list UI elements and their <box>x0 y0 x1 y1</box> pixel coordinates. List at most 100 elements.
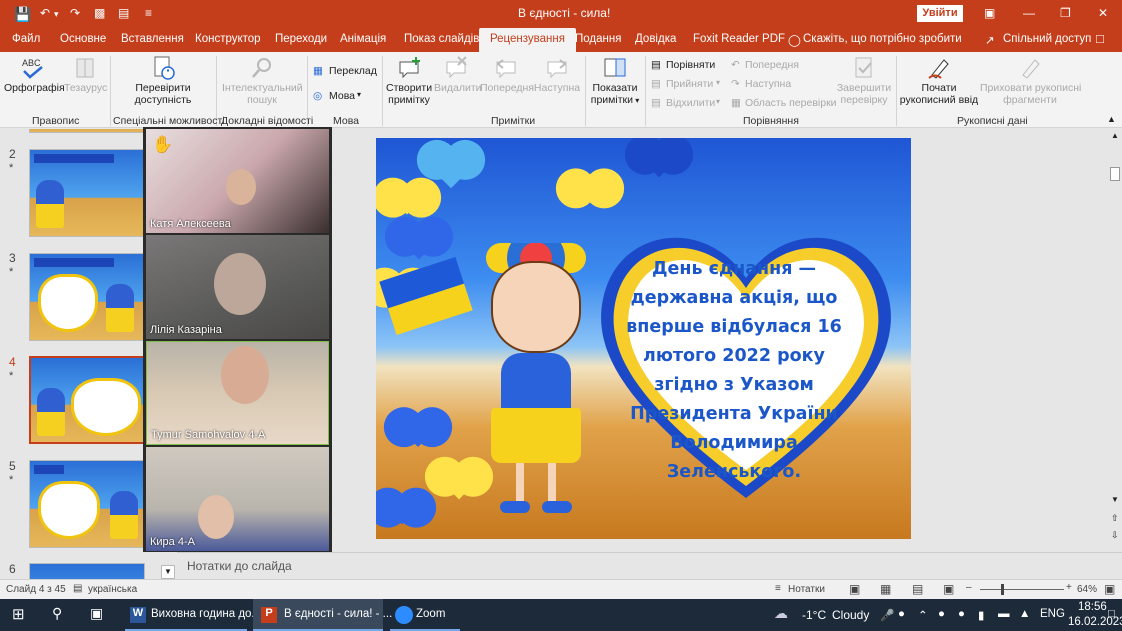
taskbar-word-app[interactable]: W Виховна година до... <box>125 599 261 631</box>
tab-foxit[interactable]: Foxit Reader PDF <box>693 33 785 45</box>
customize-qat-icon[interactable]: ≡ <box>145 6 152 20</box>
slide-thumbnail-4-selected[interactable] <box>29 356 145 444</box>
participant-video-3-active-speaker[interactable]: Tymur Samohvalov 4-A <box>146 341 329 445</box>
windows-start-icon[interactable]: ⊞ <box>12 605 25 623</box>
slideshow-view-icon[interactable]: ▣ <box>943 582 954 596</box>
next-comment-button[interactable]: Наступна <box>533 56 581 94</box>
weather-text[interactable]: Cloudy <box>832 608 869 622</box>
task-view-icon[interactable]: ▣ <box>90 605 103 622</box>
previous-change-button[interactable]: Попередня <box>745 59 799 71</box>
slide-thumbnail-5[interactable] <box>29 460 145 548</box>
weather-temp[interactable]: -1°C <box>802 608 826 622</box>
clock-time[interactable]: 18:56 <box>1078 601 1107 613</box>
zoom-video-gallery[interactable]: ✋ Катя Алексеева Лілія Казаріна Tymur Sa… <box>143 127 332 552</box>
zoom-percent[interactable]: 64% <box>1077 584 1097 595</box>
zoom-in-icon[interactable]: + <box>1066 582 1072 593</box>
undo-dropdown[interactable]: ▾ <box>54 9 59 20</box>
spelling-button[interactable]: ABC Орфографія <box>4 56 65 94</box>
keyboard-language[interactable]: ENG <box>1040 608 1065 620</box>
fit-to-window-icon[interactable]: ▣ <box>1104 582 1115 596</box>
collapse-ribbon-icon[interactable]: ▲ <box>1107 114 1116 124</box>
taskbar-powerpoint-app[interactable]: P В єдності - сила! - ... <box>253 599 392 631</box>
reviewing-pane-button[interactable]: Область перевірки <box>745 97 837 109</box>
tab-insert[interactable]: Вставлення <box>121 33 184 45</box>
tab-slideshow[interactable]: Показ слайдів <box>404 33 479 45</box>
share-button[interactable]: Спільний доступ <box>1003 33 1091 45</box>
participant-video-1[interactable]: ✋ Катя Алексеева <box>146 129 329 233</box>
comments-icon[interactable]: □ <box>1096 31 1104 46</box>
notes-pane[interactable]: Нотатки до слайда <box>177 552 1122 579</box>
wifi-icon[interactable]: ▬ <box>998 608 1010 620</box>
volume-icon[interactable]: ▲ <box>1019 608 1030 620</box>
compare-button[interactable]: Порівняти <box>666 59 715 71</box>
ribbon-display-icon[interactable]: ▣ <box>984 6 995 20</box>
hide-ink-button[interactable]: Приховати рукописні фрагменти <box>980 56 1081 106</box>
proofing-icon[interactable]: ▤ <box>73 583 82 594</box>
from-beginning-icon[interactable]: ▩ <box>94 6 105 20</box>
language-button[interactable]: Мова <box>329 90 355 102</box>
scroll-down-icon[interactable]: ▼ <box>1111 495 1119 504</box>
chevron-up-icon[interactable]: ⌃ <box>918 608 928 622</box>
save-icon[interactable]: 💾 <box>14 6 31 23</box>
present-icon[interactable]: ▤ <box>118 6 129 20</box>
translate-button[interactable]: Переклад <box>329 65 377 77</box>
slide-canvas[interactable]: День єднання — державна акція, що вперше… <box>376 138 911 539</box>
microphone-icon[interactable]: 🎤 <box>880 608 894 622</box>
tray-icon[interactable]: ● <box>898 608 905 620</box>
tell-me-search[interactable]: Скажіть, що потрібно зробити <box>803 33 962 45</box>
slide-thumbnail-3[interactable] <box>29 253 145 341</box>
tab-file[interactable]: Файл <box>12 33 40 45</box>
battery-icon[interactable]: ▮ <box>978 608 984 622</box>
tab-transitions[interactable]: Переходи <box>275 33 327 45</box>
tab-design[interactable]: Конструктор <box>195 33 261 45</box>
minimize-icon[interactable]: — <box>1023 6 1035 20</box>
search-icon[interactable]: ⚲ <box>52 605 62 622</box>
delete-comment-button[interactable]: Видалити <box>434 56 482 94</box>
notes-toggle-button[interactable]: Нотатки <box>788 584 825 595</box>
start-inking-button[interactable]: Почати рукописний ввід <box>898 56 980 106</box>
participant-video-2[interactable]: Лілія Казаріна <box>146 235 329 339</box>
tab-animations[interactable]: Анімація <box>340 33 386 45</box>
check-accessibility-button[interactable]: Перевірити доступність <box>126 56 200 106</box>
slide-thumbnail-1[interactable] <box>29 129 145 133</box>
participant-video-4[interactable]: Кира 4-А <box>146 447 329 551</box>
normal-view-icon[interactable]: ▣ <box>849 582 860 596</box>
end-review-button[interactable]: Завершити перевірку <box>835 56 893 106</box>
restore-icon[interactable]: ❐ <box>1060 6 1071 20</box>
zoom-out-icon[interactable]: – <box>966 582 972 593</box>
notes-placeholder[interactable]: Нотатки до слайда <box>187 559 292 573</box>
taskbar-zoom-app[interactable]: Zoom <box>390 599 460 631</box>
tab-view[interactable]: Подання <box>575 33 621 45</box>
slide-body-text[interactable]: День єднання — державна акція, що вперше… <box>614 255 854 487</box>
slide-sorter-icon[interactable]: ▦ <box>880 582 891 596</box>
notifications-icon[interactable]: □ <box>1108 608 1115 620</box>
previous-comment-button[interactable]: Попередня <box>480 56 534 94</box>
scrollbar-thumb[interactable] <box>1110 167 1120 181</box>
previous-slide-icon[interactable]: ⇧ <box>1111 513 1119 524</box>
scroll-up-icon[interactable]: ▲ <box>1111 131 1119 140</box>
slide-thumbnail-2[interactable] <box>29 149 145 237</box>
thesaurus-button[interactable]: Тезаурус <box>64 56 107 94</box>
reject-button[interactable]: Відхилити <box>666 97 715 109</box>
reading-view-icon[interactable]: ▤ <box>912 582 923 596</box>
next-change-button[interactable]: Наступна <box>745 78 791 90</box>
tray-app-icon[interactable]: ● <box>958 608 965 620</box>
tray-app-icon[interactable]: ● <box>938 608 945 620</box>
next-slide-icon[interactable]: ⇩ <box>1111 530 1119 541</box>
tab-review[interactable]: Рецензування <box>479 28 576 52</box>
scroll-down-icon[interactable]: ▼ <box>161 565 175 579</box>
accept-button[interactable]: Прийняти <box>666 78 713 90</box>
show-comments-button[interactable]: Показати примітки ▾ <box>588 56 642 107</box>
language-status[interactable]: українська <box>88 584 137 595</box>
tab-help[interactable]: Довідка <box>635 33 676 45</box>
slide-thumbnail-6[interactable] <box>29 563 145 579</box>
new-comment-button[interactable]: Створити примітку <box>386 56 432 106</box>
slide-vertical-scrollbar[interactable]: ▲ ▼ ⇧ ⇩ <box>1108 129 1122 552</box>
zoom-slider[interactable] <box>980 589 1064 590</box>
undo-icon[interactable]: ↶ <box>40 6 50 20</box>
close-icon[interactable]: ✕ <box>1098 6 1108 20</box>
zoom-slider-thumb[interactable] <box>1001 584 1004 595</box>
tab-home[interactable]: Основне <box>60 33 106 45</box>
smart-lookup-button[interactable]: Інтелектуальний пошук <box>222 56 303 106</box>
signin-button[interactable]: Увійти <box>917 5 963 22</box>
